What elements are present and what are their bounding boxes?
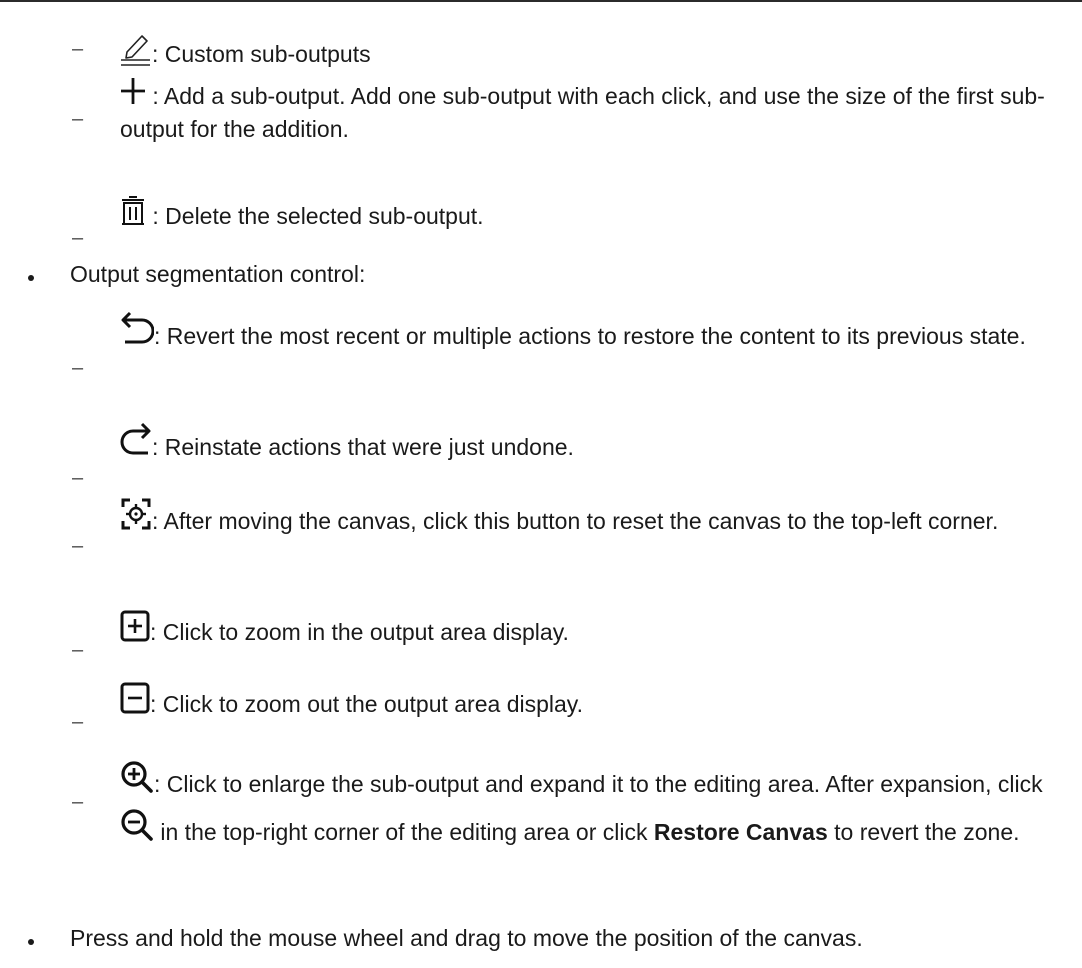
list-item-custom-sub-outputs: : Custom sub-outputs (120, 30, 1075, 71)
item-text: : Delete the selected sub-output. (146, 203, 484, 229)
list-item-add-sub-output: : Add a sub-output. Add one sub-output w… (120, 76, 1075, 146)
item-text: : Click to enlarge the sub-output and ex… (154, 771, 1043, 797)
edit-pencil-icon (120, 30, 152, 66)
reset-position-icon (120, 496, 152, 532)
item-text: to revert the zone. (827, 819, 1020, 845)
bullet-output-segmentation: Output segmentation control: (70, 261, 366, 287)
item-text: in the top-right corner of the editing a… (154, 819, 654, 845)
item-text: : After moving the canvas, click this bu… (152, 508, 999, 534)
item-text: : Click to zoom out the output area disp… (150, 691, 583, 717)
trash-icon (120, 196, 146, 226)
plus-icon (120, 76, 146, 106)
zoom-out-box-icon (120, 682, 150, 714)
list-item-undo: : Revert the most recent or multiple act… (120, 311, 1075, 353)
list-item-reset-canvas: : After moving the canvas, click this bu… (120, 496, 1075, 538)
dash-marker: – (72, 108, 84, 130)
item-text: : Custom sub-outputs (152, 41, 371, 67)
dash-marker: – (72, 357, 84, 379)
dash-marker: – (72, 711, 84, 733)
restore-canvas-label: Restore Canvas (653, 819, 828, 845)
undo-icon (120, 311, 154, 347)
list-item-redo: : Reinstate actions that were just undon… (120, 422, 1075, 464)
bullet-marker (26, 937, 36, 947)
redo-icon (120, 422, 152, 458)
zoom-in-box-icon (120, 610, 150, 642)
list-item-zoom-in: : Click to zoom in the output area displ… (120, 610, 1075, 649)
bullet-mouse-wheel: Press and hold the mouse wheel and drag … (70, 925, 863, 951)
item-text: : Revert the most recent or multiple act… (154, 323, 1026, 349)
list-item-delete-sub-output: : Delete the selected sub-output. (120, 196, 1075, 233)
magnify-minus-icon (120, 808, 154, 842)
bullet-marker (26, 273, 36, 283)
dash-marker: – (72, 38, 84, 60)
magnify-plus-icon (120, 760, 154, 794)
item-text: : Reinstate actions that were just undon… (152, 434, 574, 460)
item-text: : Add a sub-output. Add one sub-output w… (120, 83, 1045, 142)
top-divider (0, 0, 1082, 2)
list-item-enlarge: : Click to enlarge the sub-output and ex… (120, 760, 1075, 856)
dash-marker: – (72, 467, 84, 489)
dash-marker: – (72, 639, 84, 661)
list-item-zoom-out: : Click to zoom out the output area disp… (120, 682, 1075, 721)
dash-marker: – (72, 535, 84, 557)
item-text: : Click to zoom in the output area displ… (150, 619, 569, 645)
dash-marker: – (72, 791, 84, 813)
dash-marker: – (72, 227, 84, 249)
